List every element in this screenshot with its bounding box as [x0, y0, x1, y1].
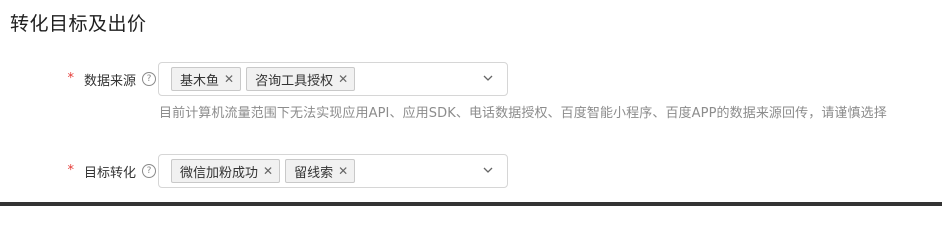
- target-conversion-select[interactable]: 微信加粉成功 ✕ 留线索 ✕: [158, 154, 508, 188]
- bottom-divider: [0, 202, 942, 206]
- target-conversion-row: * 目标转化 ? 微信加粉成功 ✕ 留线索 ✕: [0, 154, 942, 188]
- tag-close-icon[interactable]: ✕: [338, 165, 348, 177]
- data-source-label: 数据来源: [83, 73, 136, 89]
- tag-jimuyu: 基木鱼 ✕: [171, 67, 242, 91]
- required-asterisk: *: [67, 162, 74, 178]
- data-source-hint: 目前计算机流量范围下无法实现应用API、应用SDK、电话数据授权、百度智能小程序…: [159, 106, 887, 121]
- data-source-tags: 基木鱼 ✕ 咨询工具授权 ✕: [171, 67, 356, 91]
- tag-leave-lead: 留线索 ✕: [285, 159, 356, 183]
- target-conversion-label-group: * 目标转化 ?: [67, 154, 156, 188]
- tag-label: 留线索: [294, 165, 334, 181]
- data-source-label-group: * 数据来源 ?: [67, 62, 156, 96]
- data-source-row: * 数据来源 ? 基木鱼 ✕ 咨询工具授权 ✕: [0, 62, 942, 96]
- chevron-down-icon[interactable]: [483, 73, 493, 83]
- help-icon[interactable]: ?: [142, 164, 156, 178]
- section-title: 转化目标及出价: [10, 13, 147, 35]
- tag-close-icon[interactable]: ✕: [263, 165, 273, 177]
- help-icon[interactable]: ?: [142, 72, 156, 86]
- tag-label: 咨询工具授权: [255, 73, 334, 89]
- tag-close-icon[interactable]: ✕: [224, 73, 234, 85]
- required-asterisk: *: [67, 70, 74, 86]
- tag-close-icon[interactable]: ✕: [338, 73, 348, 85]
- target-conversion-label: 目标转化: [83, 165, 136, 181]
- chevron-down-icon[interactable]: [483, 165, 493, 175]
- tag-wechat-follow-success: 微信加粉成功 ✕: [171, 159, 281, 183]
- data-source-select[interactable]: 基木鱼 ✕ 咨询工具授权 ✕: [158, 62, 508, 96]
- tag-label: 基木鱼: [180, 73, 220, 89]
- tag-label: 微信加粉成功: [180, 165, 259, 181]
- tag-consult-tool-auth: 咨询工具授权 ✕: [246, 67, 356, 91]
- target-conversion-tags: 微信加粉成功 ✕ 留线索 ✕: [171, 159, 356, 183]
